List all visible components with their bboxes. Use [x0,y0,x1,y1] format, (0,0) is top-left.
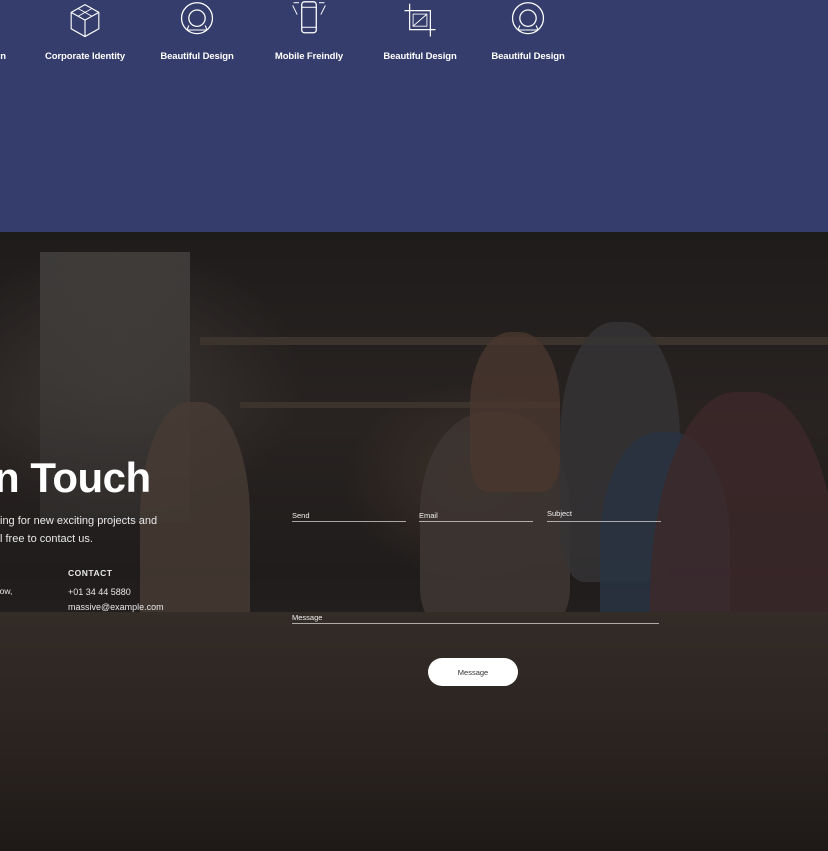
email-field[interactable] [419,511,533,520]
message-field-wrapper [292,607,659,624]
feature-label: Beautiful Design [491,51,565,62]
cube-icon [70,3,100,38]
send-field-wrapper [292,505,406,522]
email-address[interactable]: massive@example.com [68,602,164,612]
contact-intro: ing for new exciting projects and l free… [0,512,157,548]
features-section: n Corporate Identity Beautiful Design Mo… [0,0,828,232]
contact-heading: n Touch [0,454,151,501]
intro-line: l free to contact us. [0,533,93,545]
subject-field-wrapper [547,503,661,522]
bulb-icon [0,0,22,44]
address-text: lasgow, [0,586,13,596]
lifebuoy-icon [511,2,545,35]
feature-label: Beautiful Design [160,51,234,62]
subject-field[interactable] [547,509,661,518]
feature-label: Beautiful Design [383,51,457,62]
crop-icon [404,3,436,37]
submit-button[interactable]: Message [428,658,518,686]
contact-title: CONTACT [68,568,113,578]
message-field[interactable] [292,613,659,622]
feature-label: Corporate Identity [44,51,126,62]
send-field[interactable] [292,511,406,520]
email-field-wrapper [419,505,533,522]
lifebuoy-icon [180,2,214,35]
intro-line: ing for new exciting projects and [0,515,158,527]
feature-label: n [0,51,6,62]
mobile-icon [292,1,326,34]
feature-label: Mobile Freindly [274,51,344,62]
phone-number: +01 34 44 5880 [68,587,131,597]
